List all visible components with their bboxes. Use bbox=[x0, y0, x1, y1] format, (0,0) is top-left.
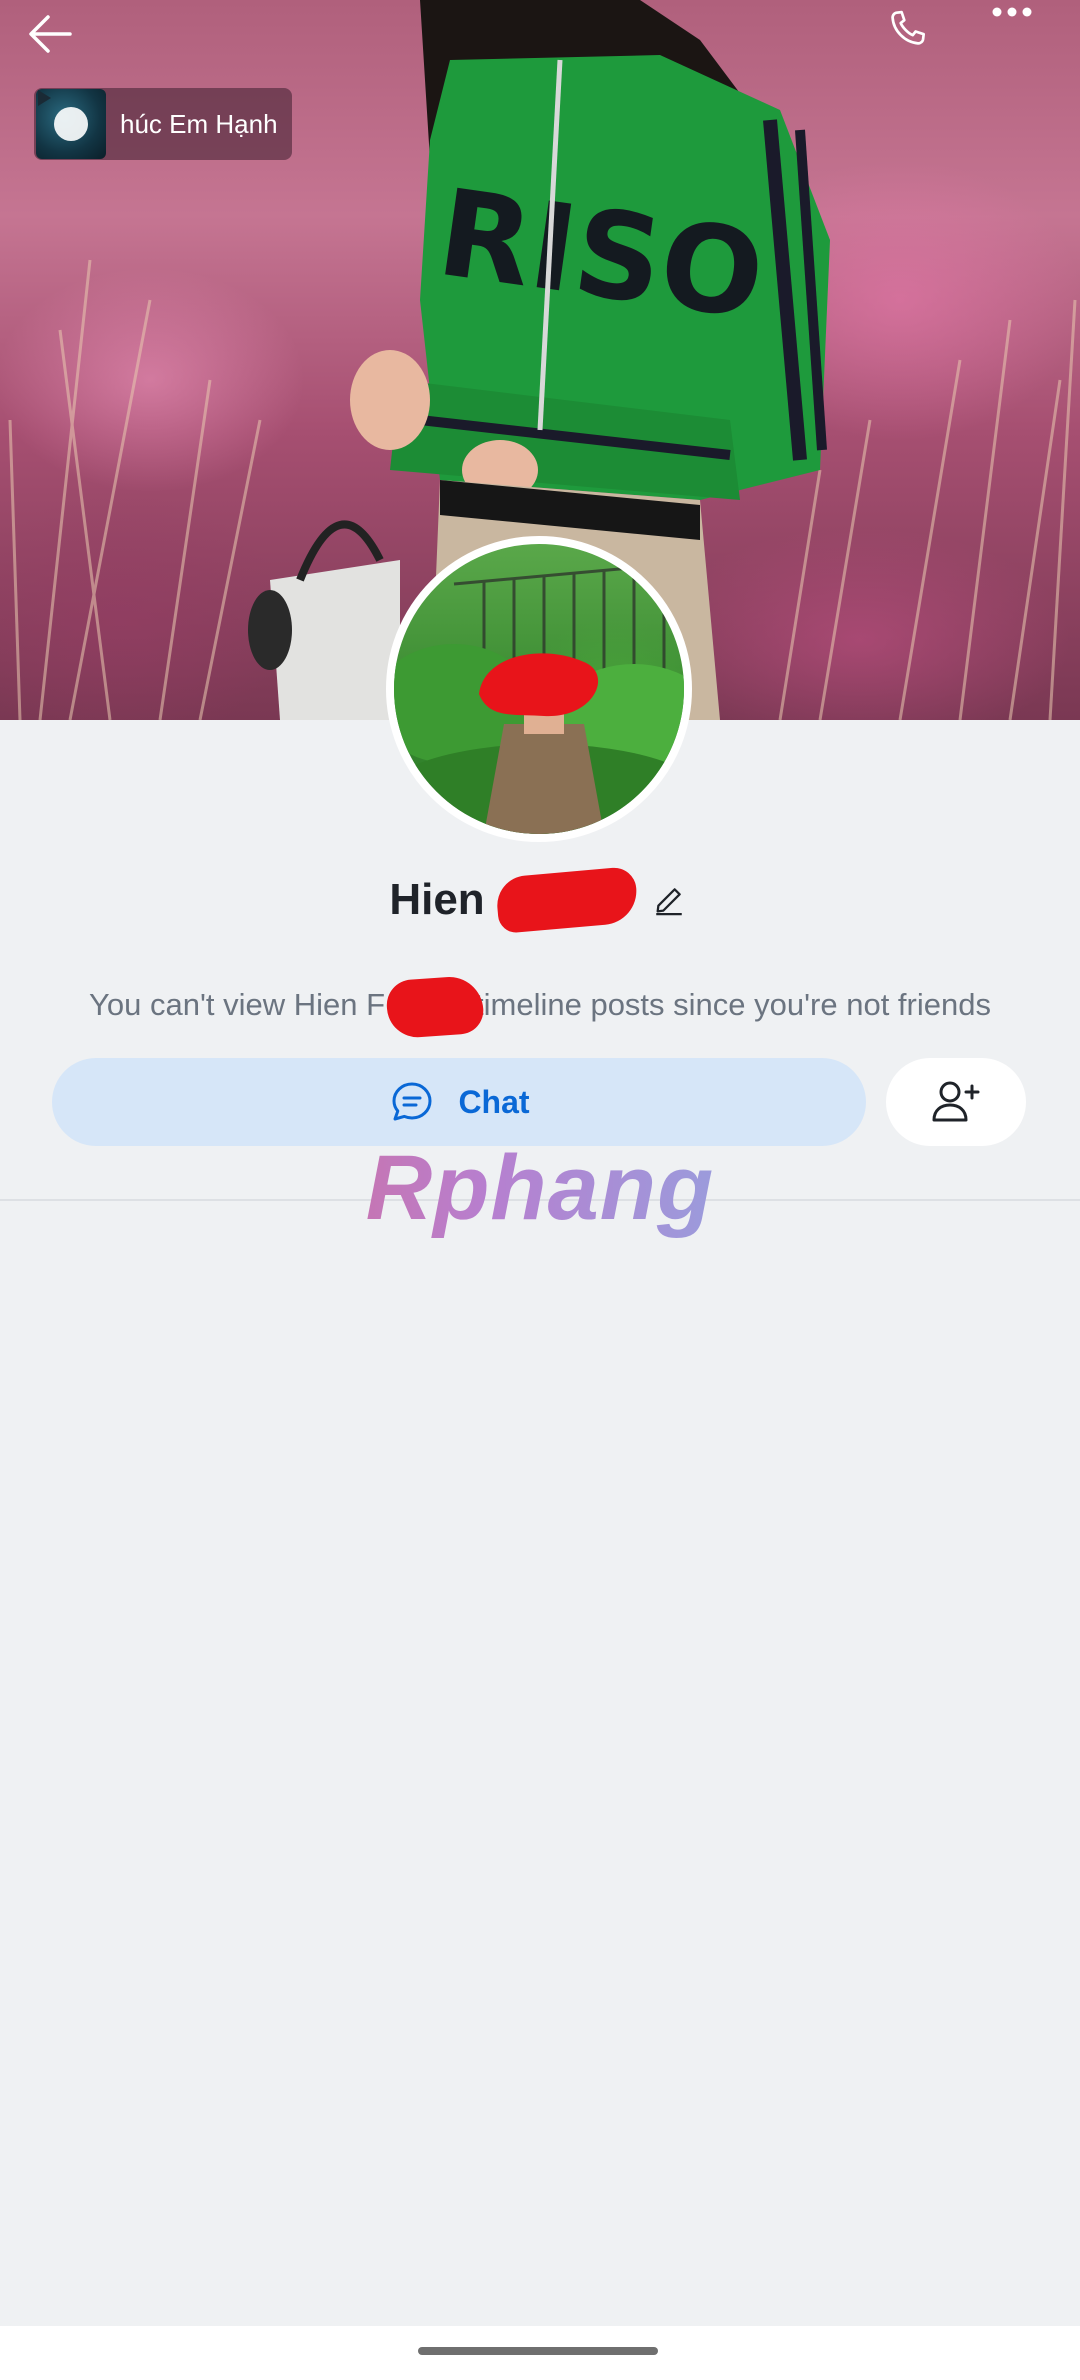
arrow-left-icon bbox=[29, 15, 72, 53]
chat-bubble-icon bbox=[392, 1082, 432, 1121]
phone-icon bbox=[891, 10, 926, 45]
profile-name-row: Hien bbox=[0, 866, 1080, 934]
home-indicator[interactable] bbox=[418, 2347, 658, 2355]
play-icon[interactable] bbox=[38, 90, 88, 141]
watermark: Rphang bbox=[0, 1136, 1080, 1241]
add-friend-button[interactable] bbox=[886, 1058, 1026, 1146]
more-dots-icon bbox=[992, 7, 1032, 17]
notice-text-start: You can't view Hien F bbox=[89, 987, 386, 1023]
back-button[interactable] bbox=[28, 14, 98, 84]
more-options-button[interactable] bbox=[992, 6, 1062, 76]
music-title: húc Em Hạnh bbox=[120, 108, 278, 139]
redaction-mark bbox=[385, 974, 485, 1040]
redaction-mark bbox=[494, 866, 639, 934]
chat-button-label: Chat bbox=[458, 1083, 530, 1120]
music-thumbnail bbox=[36, 89, 106, 159]
avatar[interactable] bbox=[386, 536, 692, 842]
chat-button[interactable]: Chat bbox=[52, 1058, 866, 1146]
pencil-icon[interactable] bbox=[647, 878, 691, 922]
call-button[interactable] bbox=[884, 6, 954, 76]
not-friends-notice: You can't view Hien F timeline posts sinc… bbox=[0, 974, 1080, 1040]
profile-music-chip[interactable]: húc Em Hạnh bbox=[34, 88, 292, 160]
notice-text-end: timeline posts since you're not friends bbox=[475, 987, 991, 1023]
add-friend-icon bbox=[932, 1081, 980, 1122]
profile-name: Hien bbox=[389, 875, 485, 924]
system-nav-bar bbox=[0, 2326, 1080, 2380]
